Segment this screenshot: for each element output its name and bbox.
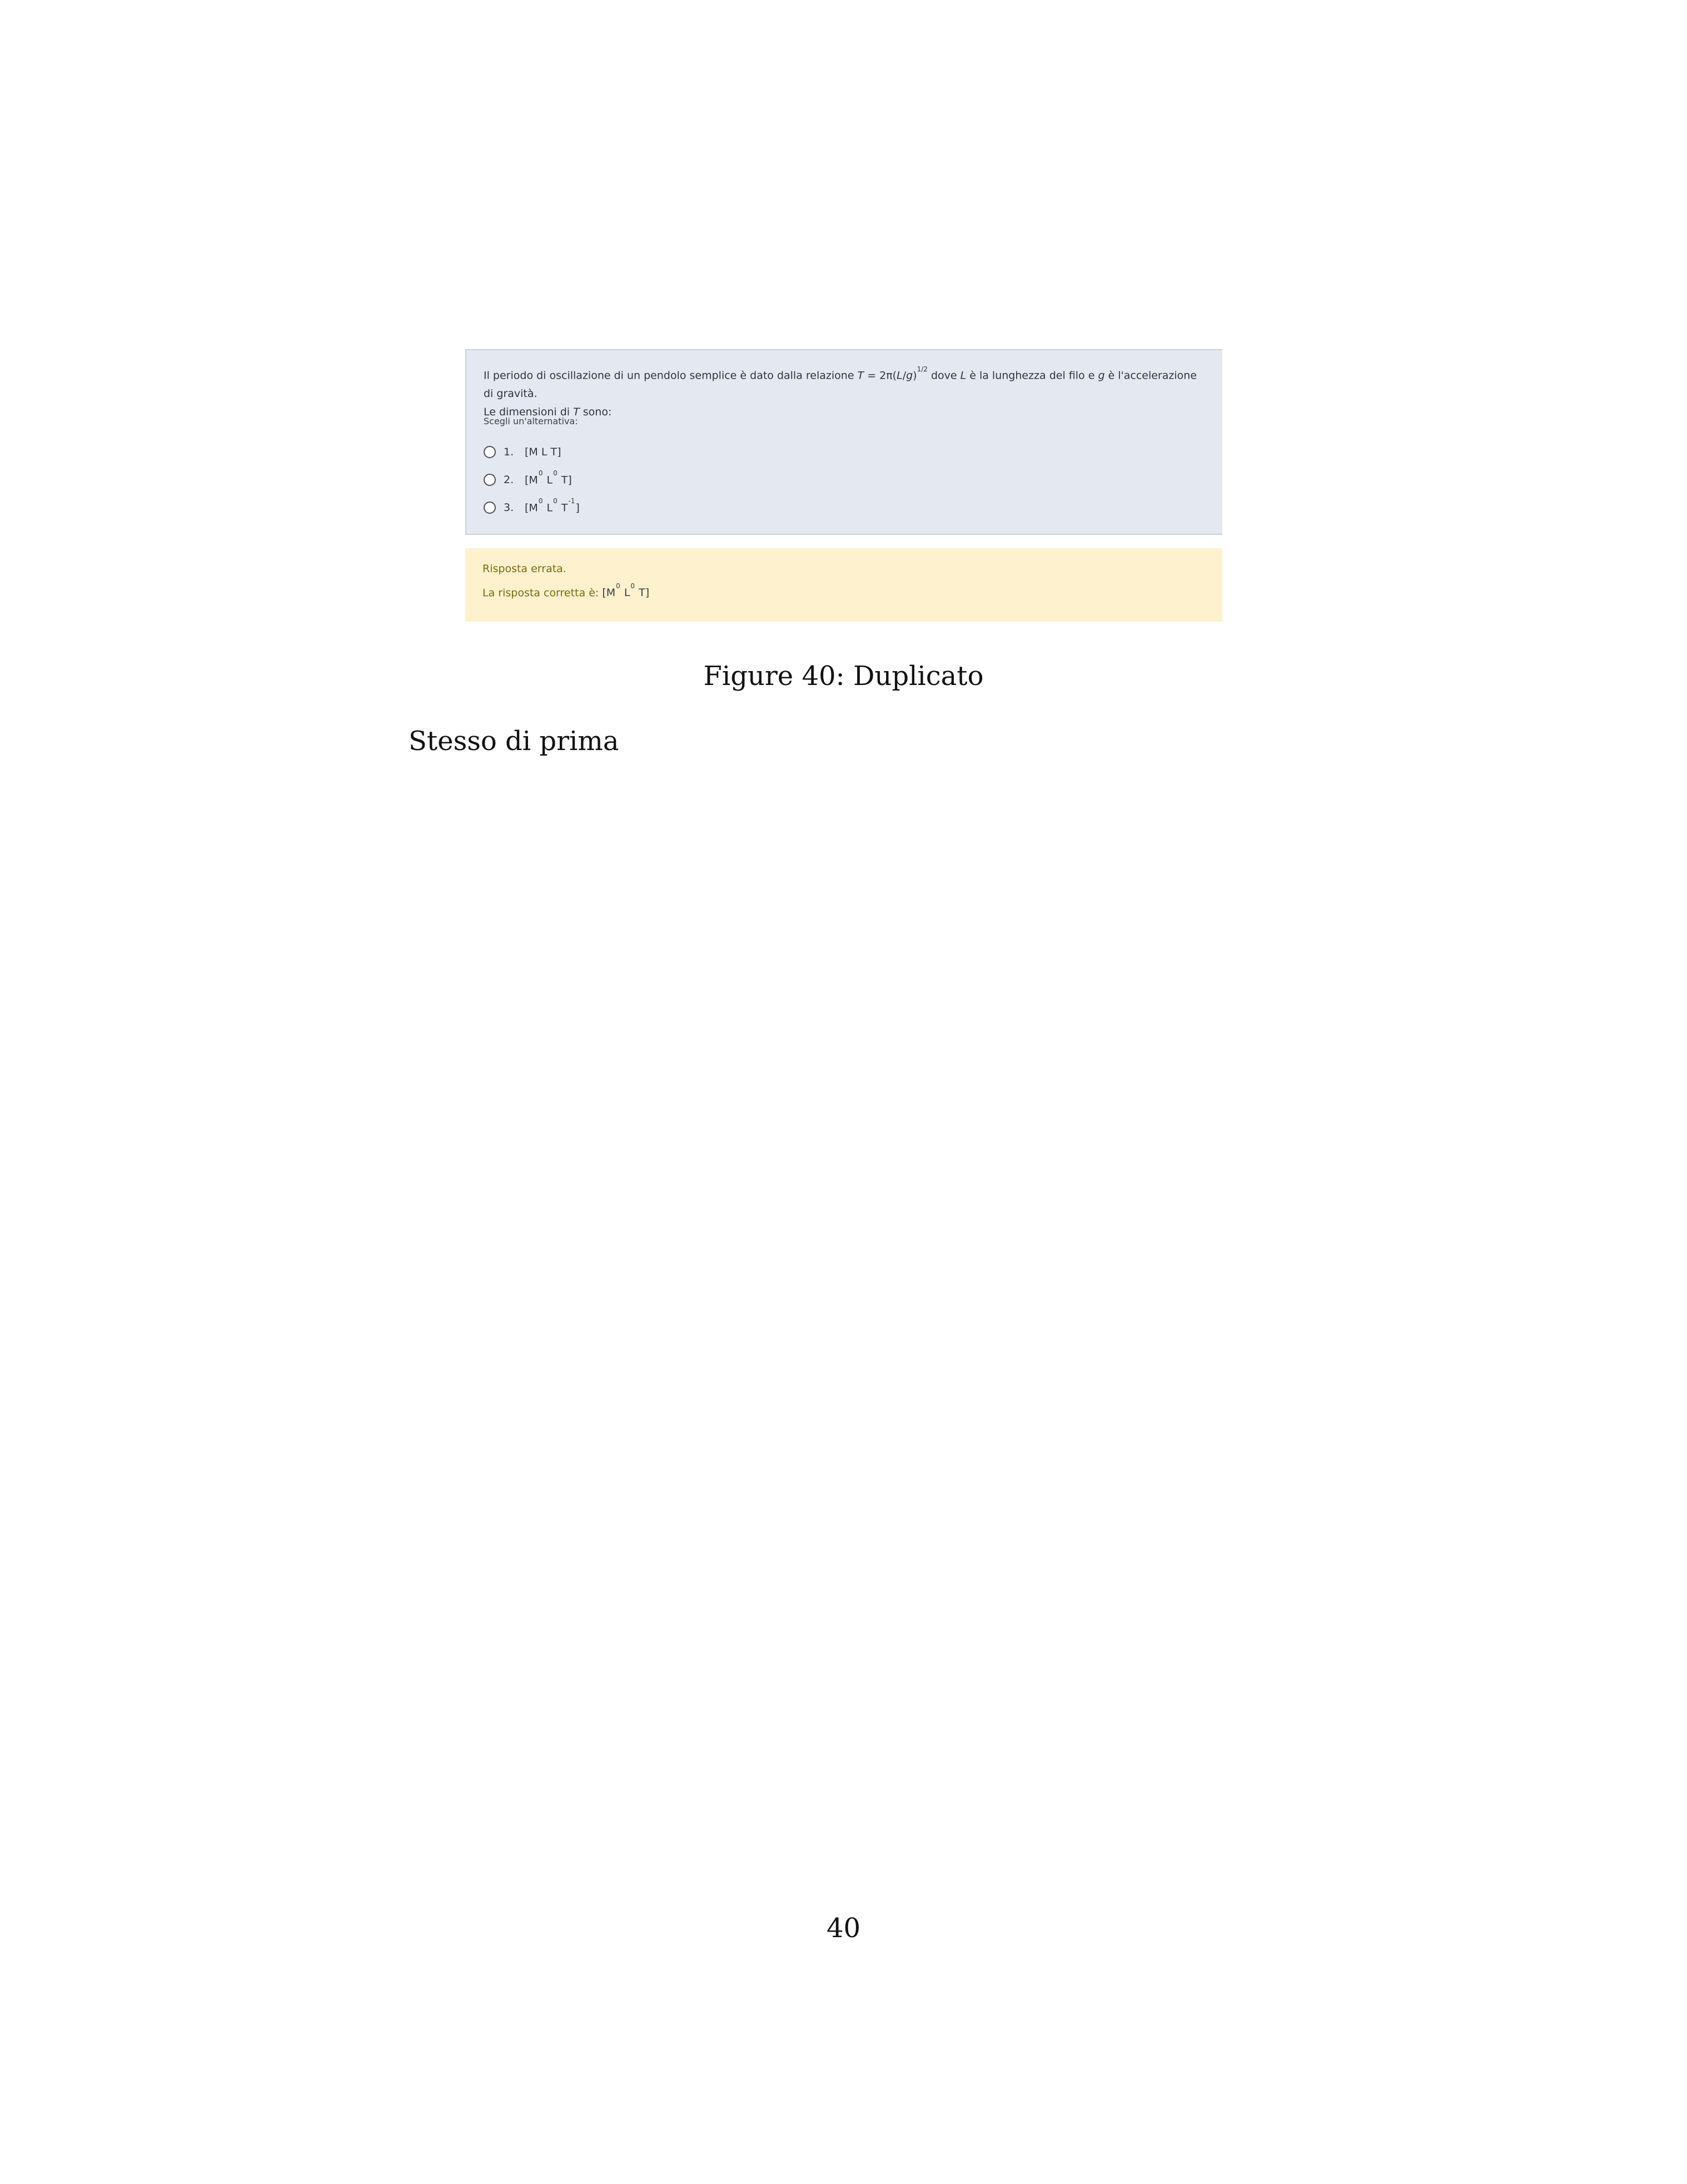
- body-paragraph: Stesso di prima: [409, 726, 619, 757]
- options-list: 1. [M L T] 2. [M0 L0 T] 3. [M0 L0 T-1]: [484, 438, 580, 522]
- radio-button[interactable]: [484, 446, 496, 458]
- option-number: 2.: [504, 474, 514, 486]
- option-2[interactable]: 2. [M0 L0 T]: [484, 466, 580, 494]
- choose-label: Scegli un'alternativa:: [484, 416, 578, 426]
- formula-var-T: T: [857, 369, 864, 382]
- question-card: Il periodo di oscillazione di un pendolo…: [465, 349, 1222, 535]
- question-text-part: è la lunghezza del filo e: [966, 369, 1098, 382]
- feedback-card: Risposta errata. La risposta corretta è:…: [465, 548, 1222, 622]
- formula-part: ): [913, 369, 917, 382]
- var-L: L: [960, 369, 967, 382]
- correct-answer-prefix: La risposta corretta è:: [482, 587, 603, 599]
- formula-var-g: g: [906, 369, 913, 382]
- radio-button[interactable]: [484, 474, 496, 486]
- question-text: Il periodo di oscillazione di un pendolo…: [484, 364, 1206, 421]
- radio-button[interactable]: [484, 502, 496, 514]
- formula-var-L: L: [897, 369, 903, 382]
- option-number: 1.: [504, 446, 514, 458]
- option-3[interactable]: 3. [M0 L0 T-1]: [484, 494, 580, 522]
- option-label: [M L T]: [525, 446, 561, 458]
- correct-answer-value: [M0 L0 T]: [602, 582, 650, 599]
- var-g: g: [1098, 369, 1105, 382]
- formula-part: = 2π(: [864, 369, 897, 382]
- question-text-part: dove: [927, 369, 961, 382]
- formula-exponent: 1/2: [917, 365, 928, 373]
- page-number: 40: [826, 1913, 861, 1944]
- question-text-part: sono:: [579, 406, 612, 419]
- question-text-part: Il periodo di oscillazione di un pendolo…: [484, 369, 858, 382]
- feedback-correct-answer: La risposta corretta è: [M0 L0 T]: [482, 582, 650, 599]
- feedback-status: Risposta errata.: [482, 563, 566, 575]
- option-1[interactable]: 1. [M L T]: [484, 438, 580, 466]
- option-label: [M0 L0 T-1]: [525, 497, 580, 514]
- figure-caption: Figure 40: Duplicato: [703, 661, 984, 692]
- option-number: 3.: [504, 502, 514, 514]
- option-label: [M0 L0 T]: [525, 469, 572, 487]
